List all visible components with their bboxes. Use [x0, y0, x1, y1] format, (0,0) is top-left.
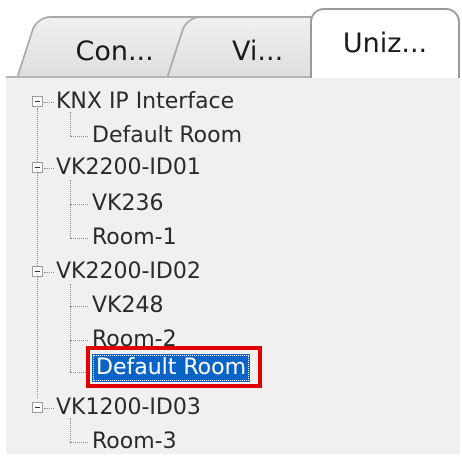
tree-line — [37, 108, 38, 398]
tree-node-room-3[interactable]: Room-3 — [92, 428, 177, 456]
window: Con... Vi... Uniz... KNX IP Interface De… — [0, 0, 462, 462]
tree-line — [70, 442, 88, 443]
tree-node-knx-ip-interface[interactable]: KNX IP Interface — [56, 88, 234, 116]
device-tree[interactable]: KNX IP Interface Default Room VK2200-ID0… — [6, 78, 460, 454]
tree-line — [70, 180, 71, 238]
tree-line — [70, 112, 71, 136]
tree-line — [70, 418, 71, 442]
tree-line — [44, 102, 54, 103]
tree-line — [70, 306, 88, 307]
tree-line — [70, 284, 71, 372]
collapse-icon[interactable] — [32, 266, 43, 277]
tree-line — [44, 408, 54, 409]
tab-label: Uniz... — [342, 28, 428, 59]
tree-node-vk1200-id03[interactable]: VK1200-ID03 — [56, 394, 201, 422]
collapse-icon[interactable] — [32, 96, 43, 107]
tree-line — [70, 136, 88, 137]
tree-node-vk2200-id02[interactable]: VK2200-ID02 — [56, 258, 201, 286]
collapse-icon[interactable] — [32, 402, 43, 413]
tree-node-vk236[interactable]: VK236 — [92, 190, 163, 218]
tree-node-vk2200-id01[interactable]: VK2200-ID01 — [56, 154, 201, 182]
tab-uniz[interactable]: Uniz... — [310, 8, 460, 78]
tree-node-vk248[interactable]: VK248 — [92, 292, 163, 320]
tree-line — [70, 340, 88, 341]
tree-line — [70, 204, 88, 205]
device-tree-panel: KNX IP Interface Default Room VK2200-ID0… — [6, 76, 460, 454]
tree-line — [44, 168, 54, 169]
tree-node-default-room[interactable]: Default Room — [92, 122, 242, 150]
tree-line — [44, 272, 54, 273]
tab-strip: Con... Vi... Uniz... — [0, 0, 462, 78]
tree-node-room-1[interactable]: Room-1 — [92, 224, 177, 252]
tree-line — [70, 238, 88, 239]
collapse-icon[interactable] — [32, 162, 43, 173]
highlight-box — [86, 346, 262, 388]
